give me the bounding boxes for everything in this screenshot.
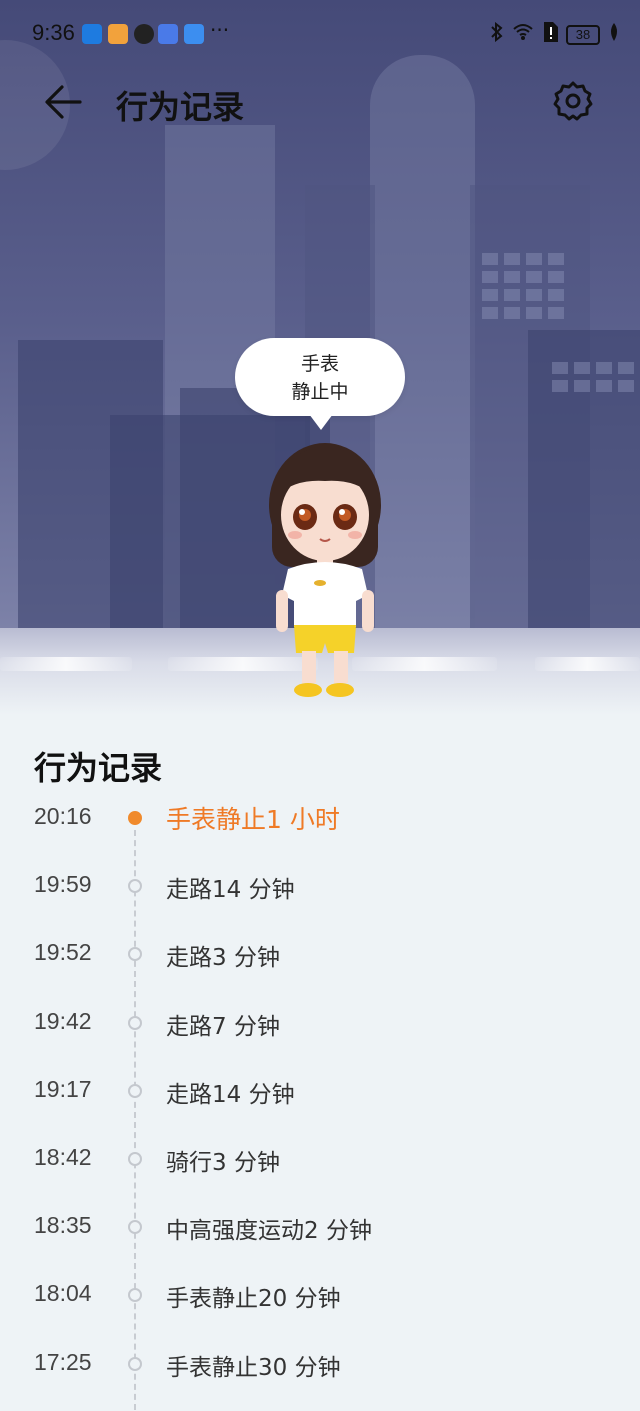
timeline-item[interactable]: 19:42 走路7 分钟 — [0, 994, 640, 1054]
timeline-dot — [128, 947, 142, 962]
timeline-dot — [128, 1015, 142, 1030]
back-button[interactable] — [40, 78, 88, 126]
record-time: 20:16 — [34, 803, 92, 829]
record-time: 19:42 — [34, 1007, 92, 1034]
back-arrow-icon — [45, 85, 82, 119]
wifi-icon — [512, 23, 534, 46]
record-time: 18:42 — [34, 1144, 92, 1170]
timeline-dot — [128, 1356, 142, 1371]
record-time: 18:35 — [34, 1212, 92, 1239]
road-stripe — [535, 657, 640, 671]
timeline-item[interactable]: 17:25 手表静止30 分钟 — [0, 1335, 640, 1395]
status-time: 9:36 — [32, 20, 75, 45]
more-notifications: ··· — [210, 18, 230, 42]
bubble-line-1: 手表 — [300, 353, 339, 375]
sim-alert-icon — [542, 22, 558, 47]
status-bubble: 手表 静止中 — [235, 338, 405, 430]
record-time: 19:59 — [34, 871, 92, 898]
timeline-item[interactable]: 19:52 走路3 分钟 — [0, 925, 640, 985]
timeline-item[interactable]: 20:16 手表静止1 小时 — [0, 789, 640, 849]
record-time: 19:17 — [34, 1075, 92, 1102]
app-notification-icon — [108, 24, 128, 44]
timeline-item[interactable]: 18:04 手表静止20 分钟 — [0, 1266, 640, 1326]
bluetooth-icon — [490, 21, 504, 47]
section-title: 行为记录 — [34, 749, 163, 787]
timeline-dot — [128, 1288, 142, 1303]
timeline-item[interactable]: 18:42 骑行3 分钟 — [0, 1130, 640, 1190]
battery-indicator: 38 — [566, 24, 600, 45]
settings-button[interactable] — [550, 78, 596, 124]
building-windows — [552, 362, 634, 392]
record-description: 走路14 分钟 — [166, 877, 295, 904]
record-description: 骑行3 分钟 — [166, 1150, 280, 1176]
timeline-dot — [128, 1152, 142, 1166]
music-icon — [158, 24, 178, 44]
record-description: 走路7 分钟 — [166, 1013, 280, 1040]
timeline-dot — [128, 1220, 142, 1235]
hero-scene: 9:36 ··· 38 行为记录 手表 静止中 — [0, 0, 640, 715]
building-windows — [482, 253, 564, 319]
app-notification-icon — [134, 24, 154, 44]
timeline-dot — [128, 1083, 142, 1098]
record-description: 中高强度运动2 分钟 — [166, 1218, 372, 1245]
timeline-dot-active — [128, 811, 142, 825]
behavior-records-section: 行为记录 20:16 手表静止1 小时 19:59 走路14 分钟 19:52 走路3 分… — [0, 715, 640, 1411]
record-description: 走路3 分钟 — [166, 945, 280, 972]
status-bar: 9:36 ··· 38 — [0, 0, 640, 66]
record-time: 19:52 — [34, 939, 92, 966]
app-notification-icon — [82, 24, 102, 44]
child-avatar-illustration — [269, 443, 381, 697]
record-time: 18:04 — [34, 1280, 92, 1307]
record-description: 手表静止20 分钟 — [166, 1286, 341, 1313]
timeline-item[interactable]: 19:59 走路14 分钟 — [0, 857, 640, 917]
gear-icon — [553, 81, 593, 121]
record-time: 17:25 — [34, 1348, 92, 1375]
timeline-item[interactable]: 18:35 中高强度运动2 分钟 — [0, 1198, 640, 1258]
bubble-line-2: 静止中 — [291, 381, 349, 403]
record-description: 手表静止1 小时 — [166, 805, 340, 834]
leaf-icon — [608, 23, 620, 46]
timeline-item[interactable]: 19:17 走路14 分钟 — [0, 1062, 640, 1122]
cloud-icon — [184, 24, 204, 44]
record-description: 手表静止30 分钟 — [166, 1354, 341, 1381]
road-stripe — [0, 657, 132, 671]
record-description: 走路14 分钟 — [166, 1081, 295, 1108]
page-title: 行为记录 — [116, 88, 245, 126]
timeline-dot — [128, 879, 142, 894]
